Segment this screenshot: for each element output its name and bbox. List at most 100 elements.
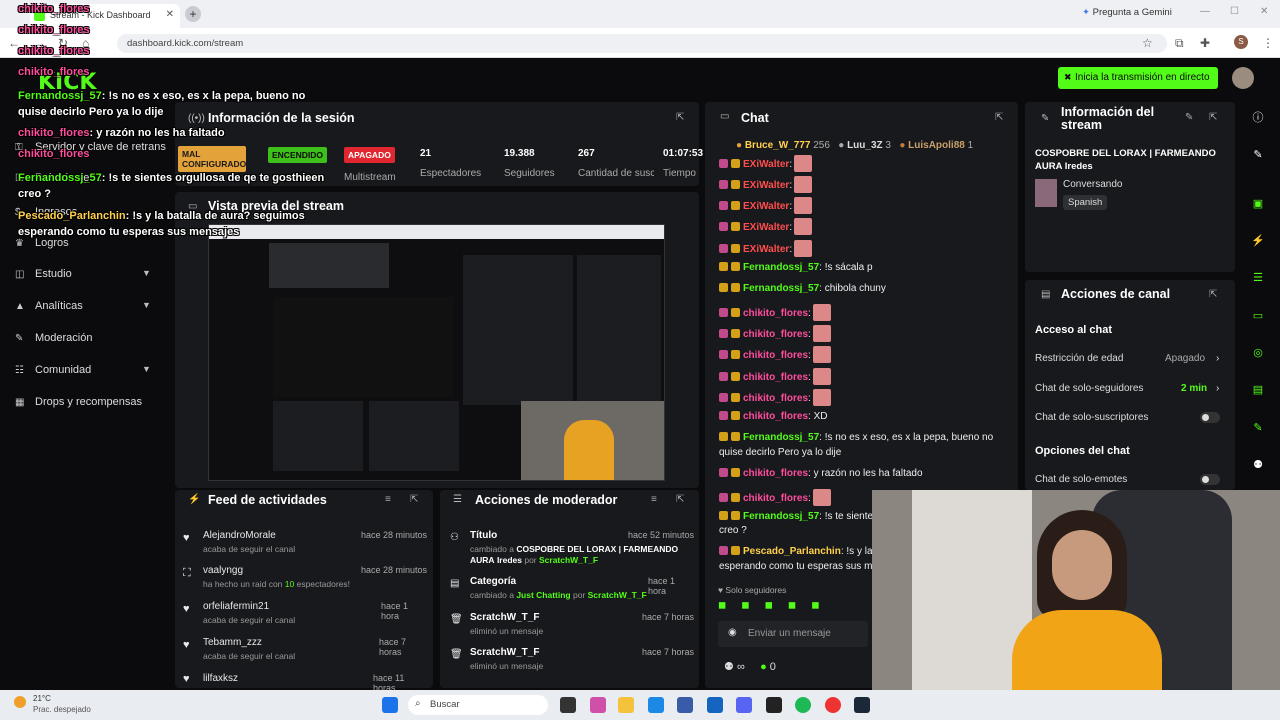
steam-icon[interactable] (854, 697, 870, 713)
chevron-right-icon[interactable]: › (1216, 383, 1219, 394)
chat-username[interactable]: Fernandossj_57 (743, 432, 819, 443)
expand-icon[interactable]: ⇱ (1209, 289, 1217, 300)
chat-username[interactable]: Pescado_Parlanchin (743, 546, 841, 557)
discord-icon[interactable] (736, 697, 752, 713)
minimize-icon[interactable]: — (1200, 6, 1210, 17)
preview-mod-box (369, 401, 459, 471)
chat-input[interactable]: ◉ Enviar un mensaje (718, 621, 868, 647)
pencil-icon[interactable]: ✎ (1246, 143, 1270, 167)
panel-toggle-bolt-icon[interactable]: ⚡ (1246, 229, 1270, 253)
chevron-down-icon[interactable]: ▼ (142, 364, 151, 374)
expand-icon[interactable]: ⇱ (410, 494, 418, 505)
windows-start-icon[interactable] (382, 697, 398, 713)
age-restriction-value[interactable]: Apagado (1165, 353, 1205, 364)
taskbar-search[interactable]: ⌕ Buscar (408, 695, 548, 715)
file-explorer-icon[interactable] (618, 697, 634, 713)
chat-username[interactable]: chikito_flores (743, 308, 808, 319)
chat-username[interactable]: chikito_flores (743, 350, 808, 361)
filter-icon[interactable]: ≡ (651, 494, 657, 505)
expand-icon[interactable]: ⇱ (676, 112, 684, 123)
subscribers-only-toggle[interactable] (1200, 412, 1220, 423)
chat-username[interactable]: Fernandossj_57 (743, 262, 819, 273)
chat-username[interactable]: EXiWalter (743, 244, 789, 255)
chat-username[interactable]: EXiWalter (743, 159, 789, 170)
emoji-icon[interactable]: ◉ (728, 627, 737, 638)
sidebar-item-analytics[interactable]: ▲ Analíticas ▼ (15, 300, 151, 318)
sidebar-item-moderation[interactable]: ✎ Moderación (15, 332, 92, 350)
feed-name[interactable]: orfeliafermin21 (203, 601, 269, 612)
puzzle-icon[interactable]: ✚ (1200, 36, 1210, 50)
gifter-name[interactable]: LuisApoli88 (908, 140, 965, 151)
chat-username[interactable]: EXiWalter (743, 201, 789, 212)
edge-icon[interactable] (648, 697, 664, 713)
feed-name[interactable]: lilfaxksz (203, 673, 238, 684)
chat-username[interactable]: chikito_flores (743, 493, 808, 504)
chat-username[interactable]: chikito_flores (743, 329, 808, 340)
moderator-name[interactable]: ScratchW_T_F (588, 590, 647, 600)
new-tab-button[interactable]: + (185, 6, 201, 22)
category-name[interactable]: Conversando (1063, 179, 1122, 190)
mod-action-name[interactable]: ScratchW_T_F (470, 647, 539, 658)
gemini-button[interactable]: ✦ Pregunta a Gemini (1082, 7, 1172, 18)
extension-icon[interactable]: ⧉ (1175, 36, 1184, 51)
chat-username[interactable]: EXiWalter (743, 180, 789, 191)
outlook-icon[interactable] (707, 697, 723, 713)
panel-toggle-broadcast-icon[interactable]: ◎ (1246, 341, 1270, 365)
store-icon[interactable] (677, 697, 693, 713)
url-input[interactable]: dashboard.kick.com/stream (117, 34, 1167, 53)
crown-icon: ● (736, 140, 743, 151)
mod-action-detail: cambiado a Just Chatting por ScratchW_T_… (470, 590, 647, 600)
panel-toggle-wrench-icon[interactable]: ✎ (1246, 416, 1270, 440)
menu-dots-icon[interactable]: ⋮ (1262, 36, 1274, 50)
expand-icon[interactable]: ⇱ (676, 494, 684, 505)
go-live-button[interactable]: ✖ Inicia la transmisión en directo (1058, 67, 1218, 89)
filter-icon[interactable]: ≡ (385, 494, 391, 505)
stream-preview-video[interactable] (208, 224, 665, 481)
sidebar-item-community[interactable]: ☷ Comunidad ▼ (15, 364, 151, 382)
profile-avatar[interactable]: S (1234, 35, 1248, 49)
chevron-down-icon[interactable]: ▼ (142, 268, 151, 278)
expand-icon[interactable]: ⇱ (995, 112, 1003, 123)
chrome-icon[interactable] (825, 697, 841, 713)
spotify-icon[interactable] (795, 697, 811, 713)
emote-bar[interactable]: ◼◼◼◼◼ (718, 600, 835, 611)
bookmark-star-icon[interactable]: ☆ (1142, 36, 1153, 50)
capcut-icon[interactable] (766, 697, 782, 713)
chat-username[interactable]: chikito_flores (743, 411, 808, 422)
feed-name[interactable]: AlejandroMorale (203, 530, 276, 541)
chat-username[interactable]: chikito_flores (743, 372, 808, 383)
panel-toggle-chat-icon[interactable]: ▭ (1246, 304, 1270, 328)
user-avatar[interactable] (1232, 67, 1254, 89)
feed-name[interactable]: Tebamm_zzz (203, 637, 262, 648)
emotes-only-toggle[interactable] (1200, 474, 1220, 485)
expand-icon[interactable]: ⇱ (1209, 112, 1217, 123)
panel-toggle-channel-icon[interactable]: ▤ (1246, 378, 1270, 402)
panel-toggle-session-icon[interactable]: ▣ (1246, 192, 1270, 216)
panel-toggle-list-icon[interactable]: ☰ (1246, 266, 1270, 290)
close-window-icon[interactable]: ✕ (1260, 6, 1268, 17)
mod-action-name[interactable]: ScratchW_T_F (470, 612, 539, 623)
followers-only-chat-value[interactable]: 2 min (1181, 383, 1207, 394)
moderator-name[interactable]: ScratchW_T_F (539, 555, 598, 565)
badge-icon (719, 244, 728, 253)
close-tab-icon[interactable]: ✕ (166, 9, 174, 20)
copilot-icon[interactable] (590, 697, 606, 713)
sidebar-item-drops[interactable]: ▦ Drops y recompensas (15, 396, 142, 414)
chat-username[interactable]: chikito_flores (743, 468, 808, 479)
gifter-name[interactable]: Bruce_W_777 (745, 140, 811, 151)
chat-username[interactable]: EXiWalter (743, 222, 789, 233)
task-view-icon[interactable] (560, 697, 576, 713)
sidebar-item-studio[interactable]: ◫ Estudio ▼ (15, 268, 151, 286)
chat-username[interactable]: Fernandossj_57 (743, 511, 819, 522)
feed-name[interactable]: vaalyngg (203, 565, 243, 576)
maximize-icon[interactable]: ☐ (1230, 6, 1239, 17)
chevron-right-icon[interactable]: › (1216, 353, 1219, 364)
chat-username[interactable]: Fernandossj_57 (743, 283, 819, 294)
gifter-name[interactable]: Luu_3Z (847, 140, 883, 151)
edit-icon[interactable]: ✎ (1185, 112, 1193, 123)
chat-username[interactable]: chikito_flores (743, 393, 808, 404)
info-icon[interactable]: ⓘ (1246, 106, 1270, 130)
chevron-down-icon[interactable]: ▼ (142, 300, 151, 310)
panel-toggle-users-icon[interactable]: ⚉ (1246, 453, 1270, 477)
users-icon[interactable]: ⚉ (724, 661, 734, 673)
